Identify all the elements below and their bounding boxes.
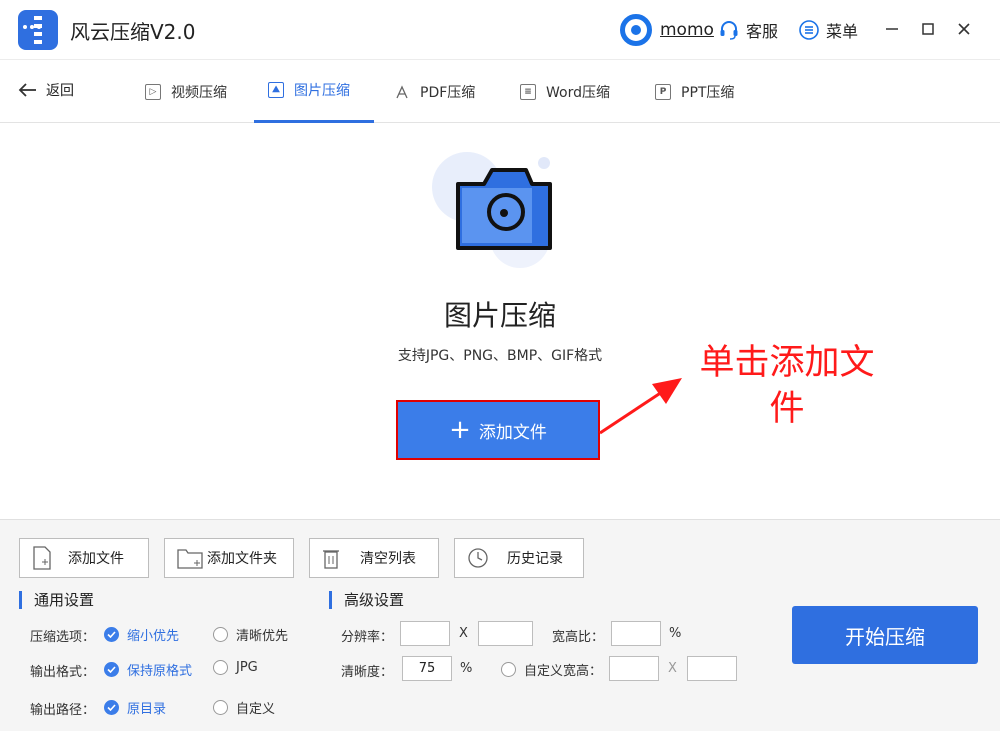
app-logo-icon (18, 10, 58, 50)
option-label: 缩小优先 (127, 629, 180, 644)
folder-add-icon (177, 549, 203, 569)
radio-keep-format[interactable]: 保持原格式 (104, 660, 192, 679)
add-file-button[interactable]: 添加文件 (19, 538, 149, 578)
tab-label: Word压缩 (546, 84, 610, 101)
output-format-label: 输出格式： (30, 665, 96, 680)
tab-label: 视频压缩 (171, 84, 227, 101)
resolution-width-input[interactable] (400, 621, 450, 646)
tab-label: PPT压缩 (681, 84, 735, 101)
aspect-ratio-label: 宽高比： (552, 630, 605, 645)
arrow-left-icon (18, 83, 36, 97)
maximize-icon (922, 23, 934, 35)
maximize-button[interactable] (916, 17, 940, 41)
start-compress-button[interactable]: 开始压缩 (792, 606, 978, 664)
add-file-button-main[interactable]: + 添加文件 (396, 400, 600, 460)
tab-label: PDF压缩 (420, 84, 476, 101)
close-button[interactable] (952, 17, 976, 41)
plus-icon: + (449, 415, 471, 445)
trash-icon (323, 550, 339, 569)
clear-list-label: 清空列表 (360, 551, 416, 567)
user-account[interactable]: momo (620, 14, 714, 46)
option-label: 清晰优先 (236, 629, 289, 644)
radio-icon (213, 700, 228, 715)
radio-jpg[interactable]: JPG (213, 660, 258, 675)
x-separator: X (459, 626, 468, 641)
option-label: 自定义 (236, 702, 276, 717)
ppt-icon: P (655, 83, 671, 100)
tabs-bar: 返回 ▷ 视频压缩 ⛰ 图片压缩 PDF压缩 ≡ Word压缩 P PPT压缩 (0, 60, 1000, 123)
minimize-button[interactable] (880, 17, 904, 41)
tab-label: 图片压缩 (294, 83, 350, 99)
menu-label: 菜单 (826, 22, 859, 41)
clarity-input[interactable]: 75 (402, 656, 452, 681)
add-file-label: 添加文件 (478, 422, 547, 443)
radio-icon (501, 662, 516, 677)
tab-pdf-compress[interactable]: PDF压缩 (394, 60, 494, 123)
radio-original-dir[interactable]: 原目录 (104, 698, 166, 717)
compress-option-label: 压缩选项： (30, 630, 96, 645)
tab-image-compress[interactable]: ⛰ 图片压缩 (254, 60, 374, 123)
option-label: 原目录 (127, 702, 167, 717)
clarity-label: 清晰度： (341, 665, 394, 680)
history-label: 历史记录 (507, 551, 563, 567)
customer-service-button[interactable]: 客服 (718, 17, 778, 43)
clock-icon (468, 548, 488, 568)
menu-icon (799, 20, 819, 40)
tab-word-compress[interactable]: ≡ Word压缩 (520, 60, 630, 123)
document-icon: ≡ (520, 83, 536, 100)
option-label: 自定义宽高： (524, 664, 603, 679)
avatar[interactable] (620, 14, 652, 46)
percent-sign: % (669, 626, 682, 641)
percent-sign: % (460, 661, 473, 676)
back-button[interactable]: 返回 (18, 80, 74, 100)
title-bar: 风云压缩V2.0 momo 客服 菜单 (0, 0, 1000, 60)
radio-icon (213, 660, 228, 675)
add-folder-label: 添加文件夹 (207, 551, 277, 567)
aspect-ratio-input[interactable] (611, 621, 661, 646)
play-icon: ▷ (145, 83, 161, 100)
close-icon (958, 23, 970, 35)
tab-ppt-compress[interactable]: P PPT压缩 (655, 60, 755, 123)
resolution-height-input[interactable] (478, 621, 533, 646)
back-label: 返回 (46, 83, 74, 99)
file-add-icon (33, 546, 51, 570)
custom-height-input[interactable] (687, 656, 737, 681)
radio-custom-path[interactable]: 自定义 (213, 698, 275, 717)
image-icon: ⛰ (268, 82, 284, 98)
menu-button[interactable]: 菜单 (798, 17, 858, 43)
pdf-icon (394, 84, 410, 100)
resolution-label: 分辨率： (341, 630, 394, 645)
add-file-label: 添加文件 (68, 551, 124, 567)
radio-icon (213, 627, 228, 642)
checkbox-custom-size[interactable]: 自定义宽高： (501, 660, 602, 679)
customer-service-label: 客服 (746, 22, 779, 41)
username-link[interactable]: momo (660, 20, 714, 40)
check-icon (104, 700, 119, 715)
option-label: JPG (236, 660, 258, 675)
tab-video-compress[interactable]: ▷ 视频压缩 (145, 60, 243, 123)
add-folder-button[interactable]: 添加文件夹 (164, 538, 294, 578)
check-icon (104, 627, 119, 642)
check-icon (104, 662, 119, 677)
app-title: 风云压缩V2.0 (70, 20, 196, 44)
headset-icon (720, 21, 738, 40)
annotation-text: 单击添加文件 (699, 343, 875, 429)
camera-icon (456, 168, 552, 250)
clear-list-button[interactable]: 清空列表 (309, 538, 439, 578)
minimize-icon (886, 28, 898, 30)
x-separator: X (668, 661, 677, 676)
radio-clarity-first[interactable]: 清晰优先 (213, 625, 288, 644)
history-button[interactable]: 历史记录 (454, 538, 584, 578)
option-label: 保持原格式 (127, 664, 193, 679)
radio-shrink-first[interactable]: 缩小优先 (104, 625, 179, 644)
custom-width-input[interactable] (609, 656, 659, 681)
general-settings-title: 通用设置 (19, 591, 94, 609)
output-path-label: 输出路径： (30, 703, 96, 718)
advanced-settings-title: 高级设置 (329, 591, 404, 609)
page-title: 图片压缩 (443, 299, 556, 332)
annotation-arrow-icon (599, 378, 682, 435)
